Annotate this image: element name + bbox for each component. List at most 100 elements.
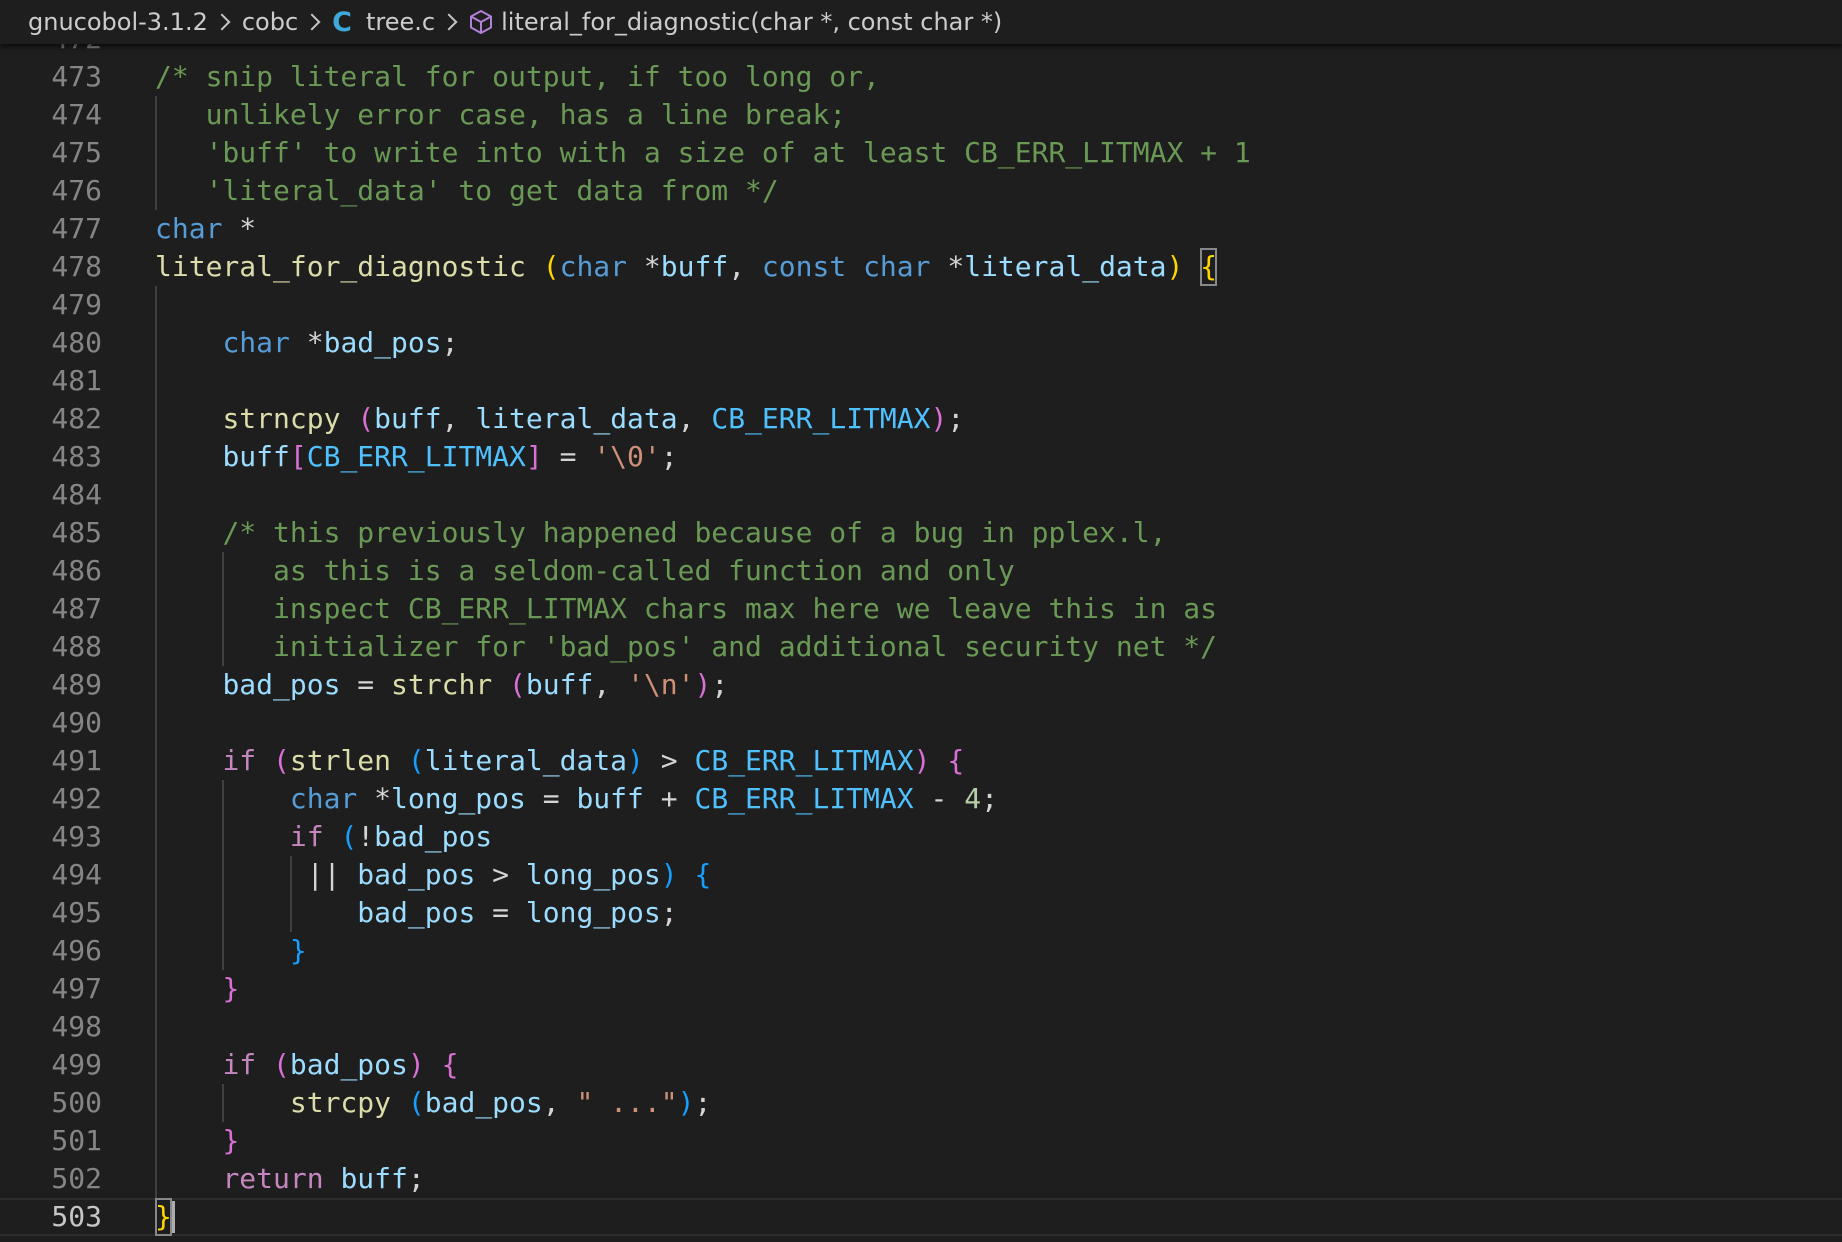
code-text: strcpy (bad_pos, " ...");: [155, 1084, 711, 1122]
operator-token: !: [357, 820, 375, 853]
code-line[interactable]: 503}: [0, 1198, 1842, 1236]
operator-token: *: [930, 250, 965, 283]
code-line[interactable]: 493 if (!bad_pos: [0, 818, 1842, 856]
function-name-token: strncpy: [222, 402, 341, 435]
control-keyword-token: if: [222, 744, 257, 777]
code-line[interactable]: 480 char *bad_pos;: [0, 324, 1842, 362]
identifier-token: bad_pos: [424, 1086, 543, 1119]
code-line[interactable]: 481: [0, 362, 1842, 400]
line-number: 487: [51, 592, 102, 625]
operator-token: [256, 1048, 273, 1081]
code-line[interactable]: 498: [0, 1008, 1842, 1046]
macro-token: CB_ERR_LITMAX: [306, 440, 526, 473]
code-text: char *: [155, 210, 256, 248]
code-line[interactable]: 478 literal_for_diagnostic (char *buff, c…: [0, 248, 1842, 286]
line-number: 503: [51, 1200, 102, 1233]
code-line[interactable]: 487 inspect CB_ERR_LITMAX chars max here…: [0, 590, 1842, 628]
code-line[interactable]: 500 strcpy (bad_pos, " ...");: [0, 1084, 1842, 1122]
operator-token: [340, 402, 357, 435]
line-number: 489: [51, 668, 102, 701]
code-line[interactable]: 501 }: [0, 1122, 1842, 1160]
code-text: char *long_pos = buff + CB_ERR_LITMAX - …: [155, 780, 998, 818]
code-line[interactable]: 497 }: [0, 970, 1842, 1008]
bracket-token: }: [289, 934, 307, 967]
bracket-token: (: [407, 1086, 425, 1119]
code-text: strncpy (buff, literal_data, CB_ERR_LITM…: [155, 400, 964, 438]
operator-token: =: [542, 440, 594, 473]
identifier-token: literal_data: [964, 250, 1167, 283]
operator-token: [324, 1162, 341, 1195]
operator-token: [155, 1086, 290, 1119]
code-line[interactable]: 492 char *long_pos = buff + CB_ERR_LITMA…: [0, 780, 1842, 818]
code-line[interactable]: 495 bad_pos = long_pos;: [0, 894, 1842, 932]
operator-token: [155, 1162, 222, 1195]
code-line[interactable]: 486 as this is a seldom-called function …: [0, 552, 1842, 590]
line-number: 475: [51, 136, 102, 169]
operator-token: [155, 1048, 222, 1081]
bracket-token: ): [930, 402, 948, 435]
line-number: 494: [51, 858, 102, 891]
code-line[interactable]: 473 /* snip literal for output, if too lo…: [0, 58, 1842, 96]
operator-token: [155, 782, 290, 815]
code-line[interactable]: 502 return buff;: [0, 1160, 1842, 1198]
bracket-token: (: [509, 668, 526, 701]
operator-token: [391, 1086, 408, 1119]
line-number: 490: [51, 706, 102, 739]
code-line[interactable]: 484: [0, 476, 1842, 514]
breadcrumb-folder-cobc[interactable]: cobc: [242, 8, 298, 36]
bracket-token: ): [627, 744, 644, 777]
line-number: 474: [51, 98, 102, 131]
operator-token: ,: [728, 250, 762, 283]
code-line[interactable]: 477 char *: [0, 210, 1842, 248]
keyword-token: char: [559, 250, 628, 283]
code-line[interactable]: 482 strncpy (buff, literal_data, CB_ERR_…: [0, 400, 1842, 438]
line-number: 478: [51, 250, 102, 283]
code-line[interactable]: 489 bad_pos = strchr (buff, '\n');: [0, 666, 1842, 704]
string-literal-token: " ...": [576, 1086, 678, 1119]
code-text: inspect CB_ERR_LITMAX chars max here we …: [155, 590, 1217, 628]
code-line[interactable]: 483 buff[CB_ERR_LITMAX] = '\0';: [0, 438, 1842, 476]
bracket-token: [: [289, 440, 307, 473]
line-number: 491: [51, 744, 102, 777]
function-name-token: strchr: [391, 668, 493, 701]
code-line[interactable]: 490: [0, 704, 1842, 742]
line-number: 480: [51, 326, 102, 359]
code-text: }: [155, 932, 307, 970]
code-text: /* snip literal for output, if too long …: [155, 58, 880, 96]
comment-token: /* snip literal for output, if too long …: [155, 60, 880, 93]
breadcrumb-file-tree-c[interactable]: tree.c: [366, 8, 435, 36]
code-line[interactable]: 476 'literal_data' to get data from */: [0, 172, 1842, 210]
bracket-token: {: [694, 858, 712, 891]
code-text: if (!bad_pos: [155, 818, 492, 856]
control-keyword-token: if: [222, 1048, 257, 1081]
operator-token: +: [643, 782, 695, 815]
code-editor[interactable]: 472 473/* snip literal for output, if too…: [0, 38, 1842, 1242]
code-line[interactable]: 504: [0, 1236, 1842, 1242]
line-number: 483: [51, 440, 102, 473]
breadcrumb-folder-gnucobol[interactable]: gnucobol-3.1.2: [28, 8, 208, 36]
keyword-token: char: [222, 326, 290, 359]
line-number: 497: [51, 972, 102, 1005]
code-line[interactable]: 496 }: [0, 932, 1842, 970]
macro-token: CB_ERR_LITMAX: [694, 782, 914, 815]
code-line[interactable]: 474 unlikely error case, has a line brea…: [0, 96, 1842, 134]
code-text: /* this previously happened because of a…: [155, 514, 1166, 552]
indent-guide: [155, 362, 157, 400]
code-line[interactable]: 499 if (bad_pos) {: [0, 1046, 1842, 1084]
code-text: bad_pos = strchr (buff, '\n');: [155, 666, 728, 704]
comment-token: inspect CB_ERR_LITMAX chars max here we …: [155, 592, 1218, 625]
code-line[interactable]: 475 'buff' to write into with a size of …: [0, 134, 1842, 172]
code-line[interactable]: 491 if (strlen (literal_data) > CB_ERR_L…: [0, 742, 1842, 780]
indent-guide: [155, 476, 157, 514]
breadcrumb-symbol[interactable]: literal_for_diagnostic(char *, const cha…: [501, 8, 1002, 36]
operator-token: ;: [660, 440, 678, 473]
matched-bracket-token: {: [1200, 248, 1218, 286]
code-line[interactable]: 485 /* this previously happened because …: [0, 514, 1842, 552]
operator-token: *: [357, 782, 392, 815]
operator-token: [526, 250, 543, 283]
code-line[interactable]: 488 initializer for 'bad_pos' and additi…: [0, 628, 1842, 666]
code-text: char *bad_pos;: [155, 324, 458, 362]
code-line[interactable]: 479: [0, 286, 1842, 324]
code-line[interactable]: 494 || bad_pos > long_pos) {: [0, 856, 1842, 894]
bracket-token: ): [660, 858, 678, 891]
